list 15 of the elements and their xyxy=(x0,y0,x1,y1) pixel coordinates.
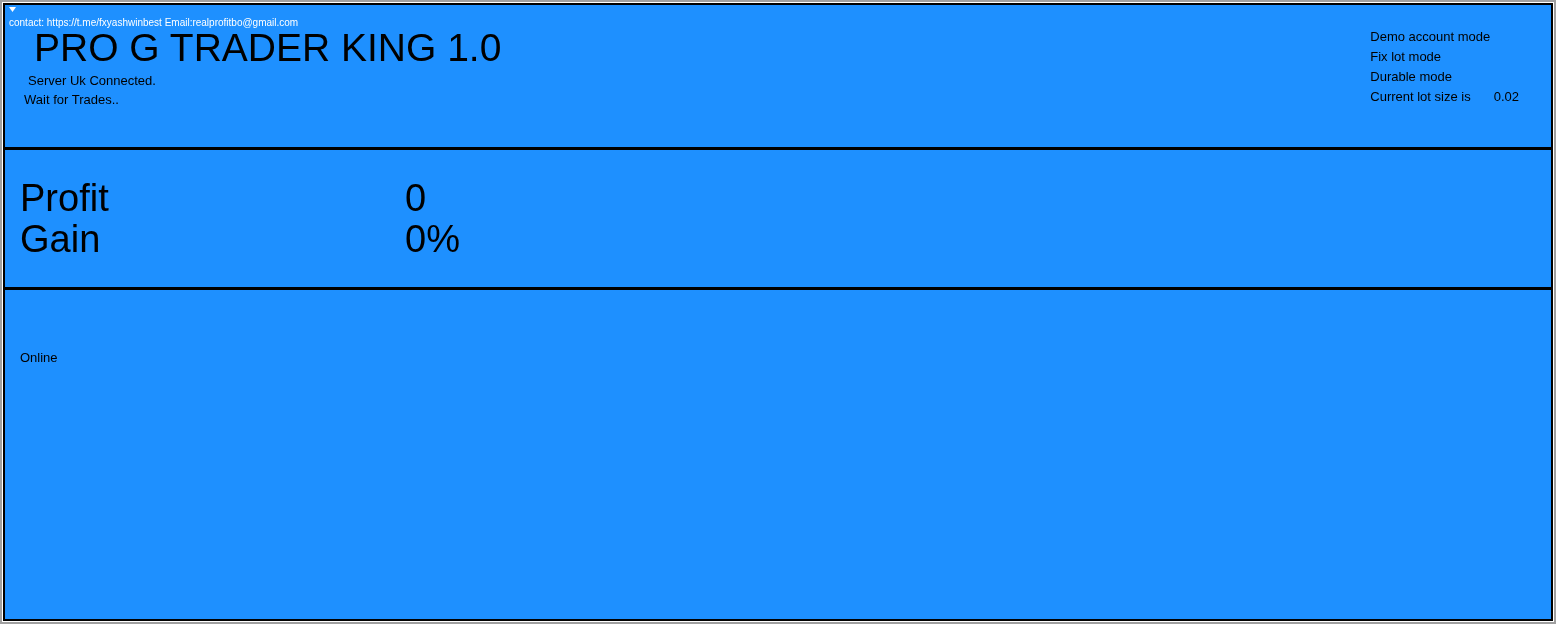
mode-label: Demo account mode xyxy=(1370,29,1491,44)
stat-value: 0% xyxy=(405,218,461,260)
mode-label: Current lot size is xyxy=(1370,89,1471,104)
stat-value: 0 xyxy=(405,177,428,219)
app-title: PRO G TRADER KING 1.0 xyxy=(34,29,502,67)
mode-label: Durable mode xyxy=(1370,69,1452,84)
connection-status: Online xyxy=(20,350,58,365)
contact-text: contact: https://t.me/fxyashwinbest Email:realprofitbo@gmail.com xyxy=(9,17,300,28)
stat-label: Gain xyxy=(20,218,102,260)
stat-label: Profit xyxy=(20,177,110,219)
mode-label: Fix lot mode xyxy=(1370,49,1442,64)
server-status: Server Uk Connected. xyxy=(28,73,157,88)
trade-status: Wait for Trades.. xyxy=(24,92,120,107)
caret-icon[interactable] xyxy=(9,7,16,12)
lot-size-value: 0.02 xyxy=(1493,89,1519,104)
